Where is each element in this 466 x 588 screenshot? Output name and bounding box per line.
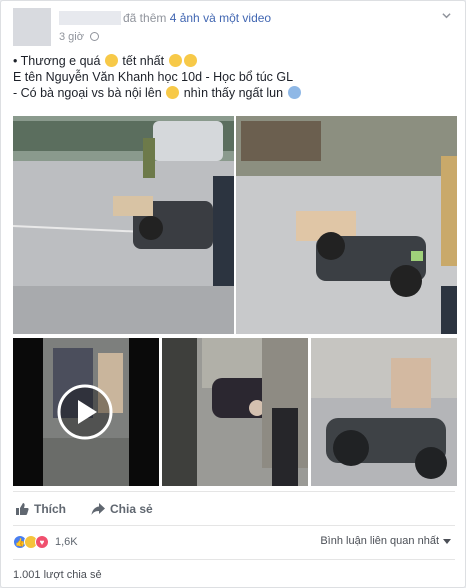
- scared-emoji-icon: [287, 86, 301, 99]
- reaction-count: 1,6K: [55, 536, 78, 548]
- divider: [13, 559, 455, 560]
- crying-emoji-icon: [183, 54, 197, 67]
- divider: [13, 491, 455, 492]
- post-time[interactable]: 3 giờ: [59, 31, 100, 43]
- post-card: đã thêm 4 ảnh và một video 3 giờ • Thươn…: [0, 0, 466, 588]
- post-action: đã thêm 4 ảnh và một video: [123, 11, 271, 25]
- like-button[interactable]: Thích: [15, 502, 66, 516]
- photo-4[interactable]: [311, 338, 457, 486]
- action-text: đã thêm: [123, 11, 167, 25]
- accident-motorbike-photo: [236, 116, 457, 334]
- photo-1[interactable]: [13, 116, 234, 334]
- share-count[interactable]: 1.001 lượt chia sẻ: [13, 569, 102, 581]
- media-link[interactable]: 4 ảnh và một video: [170, 11, 271, 25]
- photo-3[interactable]: [162, 338, 308, 486]
- divider: [13, 525, 455, 526]
- video-frame: [13, 338, 159, 486]
- thumbs-up-icon: [16, 503, 29, 515]
- chevron-down-icon[interactable]: [442, 11, 451, 20]
- post-text: • Thương e quá tết nhất E tên Nguyễn Văn…: [13, 53, 453, 101]
- video-thumbnail[interactable]: [13, 338, 159, 486]
- crying-emoji-icon: [168, 54, 182, 67]
- accident-scene-photo: [13, 116, 234, 334]
- author-name-blurred[interactable]: [59, 11, 121, 25]
- post-line-1: • Thương e quá tết nhất: [13, 53, 453, 69]
- time-label: 3 giờ: [59, 31, 84, 43]
- caret-down-icon: [443, 539, 451, 544]
- comment-sort-dropdown[interactable]: Bình luận liên quan nhất: [320, 535, 451, 547]
- post-line-3: - Có bà ngoại vs bà nội lên nhìn thấy ng…: [13, 85, 453, 101]
- sad-emoji-icon: [104, 54, 118, 67]
- love-reaction-icon: ♥: [35, 535, 49, 549]
- photo-2[interactable]: [236, 116, 457, 334]
- share-arrow-icon: [91, 503, 105, 515]
- victim-photo: [162, 338, 308, 486]
- share-button[interactable]: Chia sẻ: [91, 502, 153, 516]
- globe-icon: [90, 32, 100, 41]
- motorbike-closeup-photo: [311, 338, 457, 486]
- avatar[interactable]: [13, 8, 51, 46]
- post-line-2: E tên Nguyễn Văn Khanh học 10d - Học bổ …: [13, 70, 294, 84]
- reaction-summary[interactable]: 👍 ♥ 1,6K: [13, 535, 78, 549]
- sad-emoji-icon: [166, 86, 180, 99]
